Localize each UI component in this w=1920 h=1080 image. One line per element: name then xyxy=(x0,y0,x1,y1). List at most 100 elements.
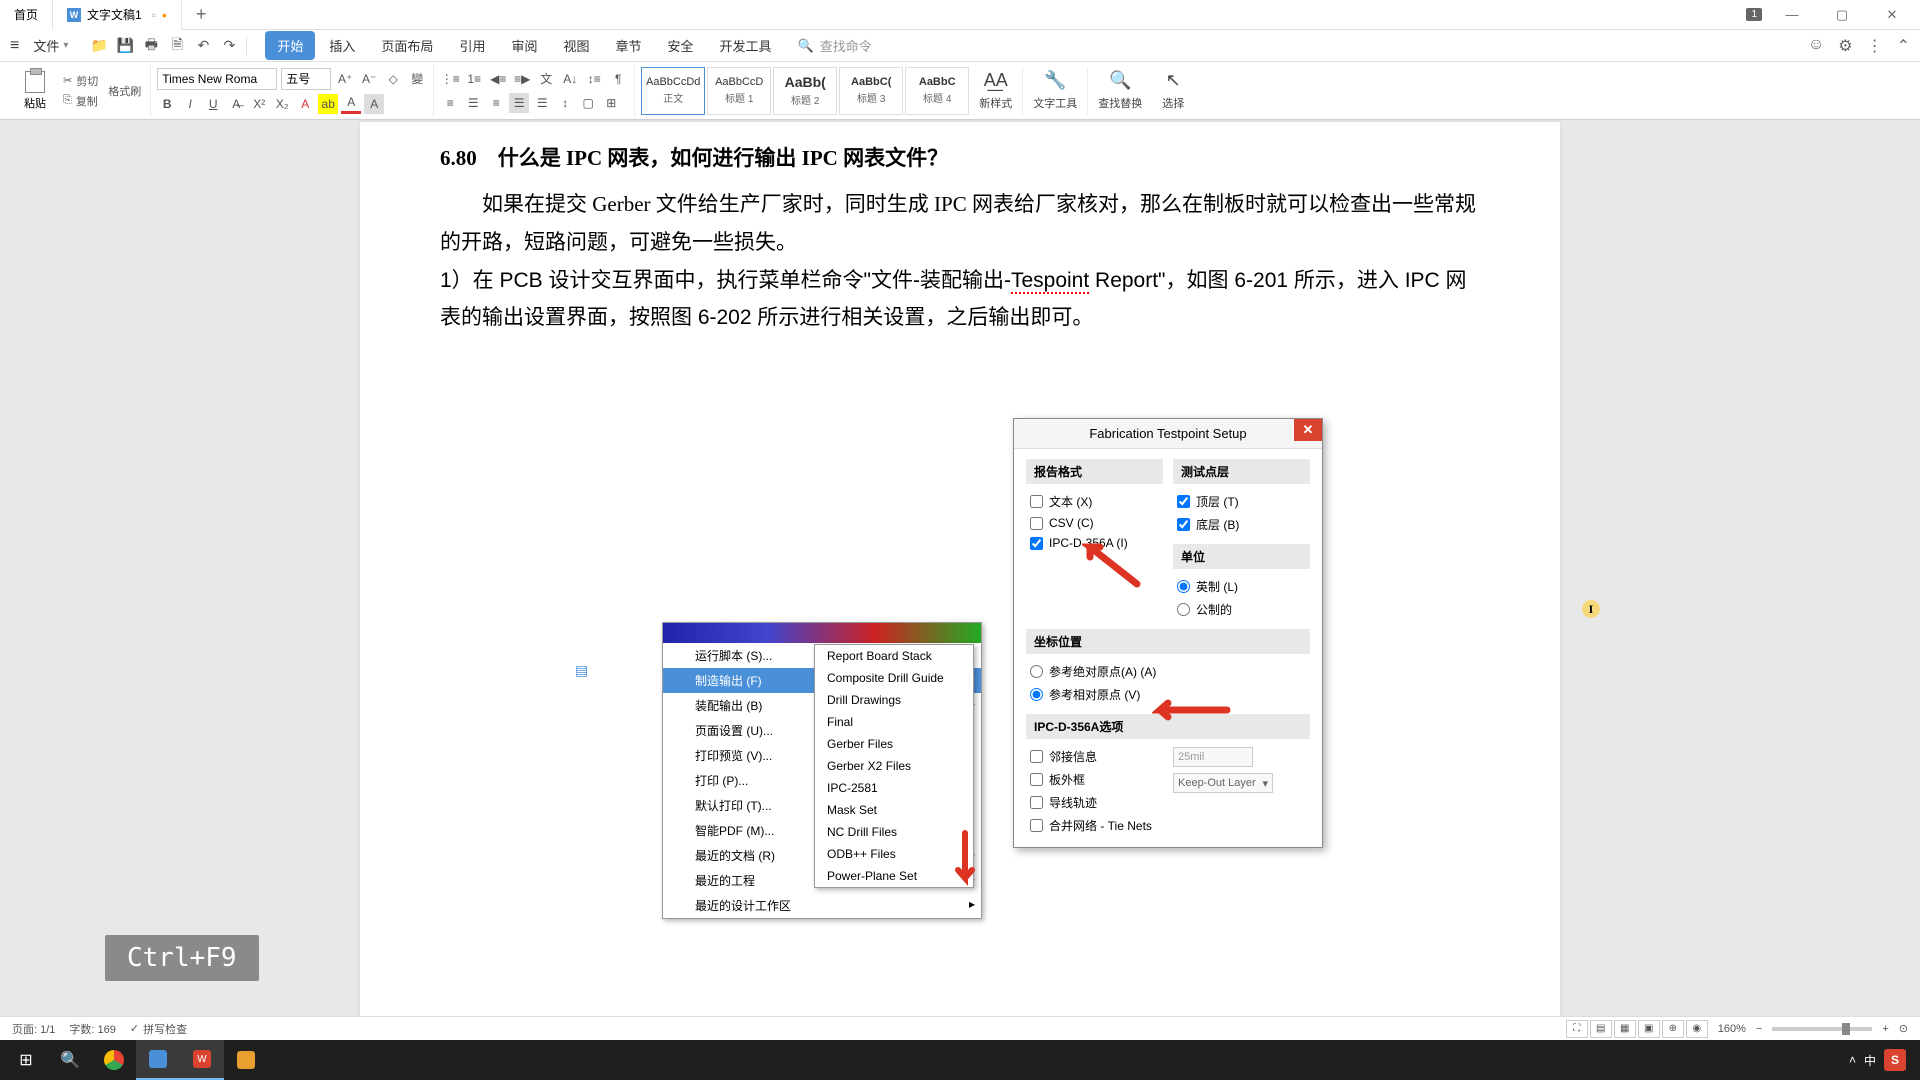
checkbox-input[interactable] xyxy=(1177,495,1190,508)
app3-icon[interactable] xyxy=(224,1040,268,1080)
web-layout-icon[interactable]: ⊕ xyxy=(1662,1020,1684,1038)
checkbox-ipc[interactable]: IPC-D-356A (I) xyxy=(1026,533,1163,553)
chrome-icon[interactable] xyxy=(92,1040,136,1080)
outline-layer-select[interactable]: Keep-Out Layer▾ xyxy=(1173,773,1273,793)
borders-icon[interactable]: ⊞ xyxy=(601,93,621,113)
find-replace-button[interactable]: 🔍查找替换 xyxy=(1088,66,1152,115)
style-heading2[interactable]: AaBb(标题 2 xyxy=(773,67,837,115)
submenu-gerber[interactable]: Gerber Files xyxy=(815,733,973,755)
paragraph-spacing-icon[interactable]: ↕ xyxy=(555,93,575,113)
zoom-level[interactable]: 160% xyxy=(1718,1023,1746,1035)
numbering-icon[interactable]: 1≡ xyxy=(464,69,484,89)
tab-insert[interactable]: 插入 xyxy=(317,31,367,60)
submenu-ipc-2581[interactable]: IPC-2581 xyxy=(815,777,973,799)
font-color-icon[interactable]: A xyxy=(341,94,361,114)
align-right-icon[interactable]: ≡ xyxy=(486,93,506,113)
reading-view-icon[interactable]: ▣ xyxy=(1638,1020,1660,1038)
zoom-thumb[interactable] xyxy=(1842,1023,1850,1035)
tab-start[interactable]: 开始 xyxy=(265,31,315,60)
checkbox-input[interactable] xyxy=(1030,495,1043,508)
tab-page-layout[interactable]: 页面布局 xyxy=(369,31,445,60)
new-style-button[interactable]: A͟A新样式 xyxy=(969,66,1022,115)
submenu-mask-set[interactable]: Mask Set xyxy=(815,799,973,821)
style-normal[interactable]: AaBbCcDd正文 xyxy=(641,67,705,115)
feedback-icon[interactable]: ☺ xyxy=(1808,36,1824,56)
paragraph-handle-icon[interactable]: ▤ xyxy=(575,662,588,679)
radio-metric[interactable]: 公制的 xyxy=(1173,598,1310,621)
align-center-icon[interactable]: ☰ xyxy=(463,93,483,113)
checkbox-csv[interactable]: CSV (C) xyxy=(1026,513,1163,533)
file-menu[interactable]: 文件▾ xyxy=(27,32,74,59)
dialog-titlebar[interactable]: Fabrication Testpoint Setup ✕ xyxy=(1014,419,1322,449)
eye-protect-icon[interactable]: ◉ xyxy=(1686,1020,1708,1038)
font-size-select[interactable] xyxy=(281,68,331,90)
submenu-drill-drawings[interactable]: Drill Drawings xyxy=(815,689,973,711)
radio-input[interactable] xyxy=(1030,688,1043,701)
cut-button[interactable]: ✂剪切 xyxy=(60,72,101,90)
increase-indent-icon[interactable]: ≡▶ xyxy=(512,69,532,89)
char-shading-icon[interactable]: A xyxy=(364,94,384,114)
app1-icon[interactable] xyxy=(136,1040,180,1080)
print-icon[interactable]: 🖶 xyxy=(142,37,160,55)
zoom-out-button[interactable]: − xyxy=(1756,1023,1762,1035)
open-icon[interactable]: 📁 xyxy=(90,37,108,55)
copy-button[interactable]: ⎘复制 xyxy=(60,92,101,110)
document-tab[interactable]: W 文字文稿1 ▫ • xyxy=(53,0,182,30)
strikethrough-icon[interactable]: A̶ xyxy=(226,94,246,114)
highlight-icon[interactable]: ab xyxy=(318,94,338,114)
tab-view[interactable]: 视图 xyxy=(551,31,601,60)
checkbox-input[interactable] xyxy=(1030,517,1043,530)
text-effect-icon[interactable]: A xyxy=(295,94,315,114)
increase-font-icon[interactable]: A⁺ xyxy=(335,69,355,89)
redo-icon[interactable]: ↷ xyxy=(220,37,238,55)
undo-icon[interactable]: ↶ xyxy=(194,37,212,55)
checkbox-input[interactable] xyxy=(1177,518,1190,531)
home-tab[interactable]: 首页 xyxy=(0,0,53,30)
hamburger-icon[interactable]: ≡ xyxy=(10,37,19,55)
line-spacing-icon[interactable]: ↕≡ xyxy=(584,69,604,89)
style-heading3[interactable]: AaBbC(标题 3 xyxy=(839,67,903,115)
radio-input[interactable] xyxy=(1030,665,1043,678)
tab-reference[interactable]: 引用 xyxy=(447,31,497,60)
select-button[interactable]: ↖选择 xyxy=(1152,66,1194,115)
maximize-button[interactable]: ▢ xyxy=(1822,0,1862,30)
wps-icon[interactable]: W xyxy=(180,1040,224,1080)
collapse-ribbon-icon[interactable]: ⌃ xyxy=(1897,36,1910,56)
checkbox-input[interactable] xyxy=(1030,537,1043,550)
align-distribute-icon[interactable]: ☰ xyxy=(532,93,552,113)
zoom-in-button[interactable]: + xyxy=(1882,1023,1888,1035)
radio-relative[interactable]: 参考相对原点 (V) xyxy=(1026,683,1310,706)
minimize-button[interactable]: — xyxy=(1772,0,1812,30)
checkbox-input[interactable] xyxy=(1030,773,1043,786)
bullets-icon[interactable]: ⋮≡ xyxy=(440,69,460,89)
tab-review[interactable]: 审阅 xyxy=(499,31,549,60)
phonetic-icon[interactable]: 變 xyxy=(407,69,427,89)
sort-icon[interactable]: A↓ xyxy=(560,69,580,89)
bold-icon[interactable]: B xyxy=(157,94,177,114)
text-tool-button[interactable]: 🔧文字工具 xyxy=(1023,66,1087,115)
submenu-composite-drill[interactable]: Composite Drill Guide xyxy=(815,667,973,689)
command-search[interactable]: 🔍 查找命令 xyxy=(798,36,872,55)
outline-view-icon[interactable]: ▦ xyxy=(1614,1020,1636,1038)
radio-imperial[interactable]: 英制 (L) xyxy=(1173,575,1310,598)
dialog-close-button[interactable]: ✕ xyxy=(1294,419,1322,441)
underline-icon[interactable]: U xyxy=(203,94,223,114)
checkbox-text[interactable]: 文本 (X) xyxy=(1026,490,1163,513)
font-name-select[interactable] xyxy=(157,68,277,90)
tab-dev-tools[interactable]: 开发工具 xyxy=(708,31,784,60)
checkbox-bottom[interactable]: 底层 (B) xyxy=(1173,513,1310,536)
checkbox-merge-nets[interactable]: 合并网络 - Tie Nets xyxy=(1026,814,1163,837)
tab-chapter[interactable]: 章节 xyxy=(603,31,653,60)
checkbox-input[interactable] xyxy=(1030,819,1043,832)
subscript-icon[interactable]: X₂ xyxy=(272,94,292,114)
checkbox-adjacency[interactable]: 邻接信息 xyxy=(1026,745,1163,768)
tab-security[interactable]: 安全 xyxy=(656,31,706,60)
start-button[interactable]: ⊞ xyxy=(4,1040,48,1080)
submenu-final[interactable]: Final xyxy=(815,711,973,733)
search-button[interactable]: 🔍 xyxy=(48,1040,92,1080)
fit-page-icon[interactable]: ⊙ xyxy=(1899,1022,1908,1035)
decrease-indent-icon[interactable]: ◀≡ xyxy=(488,69,508,89)
checkbox-outline[interactable]: 板外框 xyxy=(1026,768,1163,791)
checkbox-trace[interactable]: 导线轨迹 xyxy=(1026,791,1163,814)
superscript-icon[interactable]: X² xyxy=(249,94,269,114)
